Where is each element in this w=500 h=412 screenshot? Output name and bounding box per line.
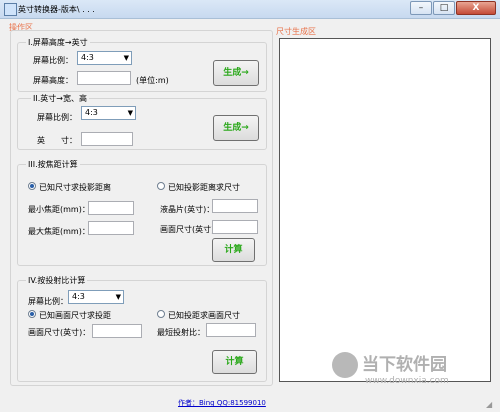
section2-title: II.英寸→宽、高 bbox=[31, 93, 89, 104]
section3-radio-known-size-label: 已知尺寸求投影距离 bbox=[39, 183, 111, 192]
section4-title: IV.按投射比计算 bbox=[26, 275, 88, 286]
section1-title: I.屏幕高度→英寸 bbox=[26, 37, 90, 48]
inch-input[interactable] bbox=[81, 132, 133, 146]
section4-calculate-button[interactable]: 计算 bbox=[212, 350, 257, 374]
section1-ratio-value: 4:3 bbox=[81, 53, 94, 62]
output-textarea[interactable] bbox=[279, 38, 491, 382]
app-icon bbox=[4, 3, 17, 16]
max-focal-input[interactable] bbox=[88, 221, 134, 235]
section3-title: III.按焦距计算 bbox=[26, 159, 80, 170]
section2-ratio-value: 4:3 bbox=[85, 108, 98, 117]
section4-radio-known-distance[interactable] bbox=[157, 310, 165, 318]
title-bar: 英寸转换器-版本\ . . . – □ X bbox=[0, 0, 500, 19]
lcd-label: 液晶片(英寸)： bbox=[160, 205, 215, 214]
resize-grip-icon[interactable]: ◢ bbox=[486, 400, 496, 410]
min-focal-input[interactable] bbox=[88, 201, 134, 215]
section2-inch-label: 英 寸： bbox=[37, 136, 77, 145]
section4-screen-size-input[interactable] bbox=[92, 324, 142, 338]
chevron-down-icon: ▼ bbox=[115, 293, 121, 301]
section1-unit-label: (单位:m) bbox=[136, 76, 169, 85]
section1-ratio-label: 屏幕比例： bbox=[33, 56, 73, 65]
close-button[interactable]: X bbox=[456, 1, 496, 15]
section3-screen-size-input[interactable] bbox=[212, 220, 258, 234]
maximize-button[interactable]: □ bbox=[433, 1, 455, 15]
downxia-logo-icon bbox=[332, 352, 358, 378]
section3-calculate-button[interactable]: 计算 bbox=[212, 238, 255, 262]
max-focal-label: 最大焦距(mm)： bbox=[28, 227, 90, 236]
section3-radio-known-distance-label: 已知投影距离求尺寸 bbox=[168, 183, 240, 192]
output-area-label: 尺寸生成区 bbox=[276, 27, 316, 36]
section1-generate-button[interactable]: 生成→ bbox=[213, 60, 259, 86]
throw-ratio-input[interactable] bbox=[206, 323, 256, 337]
section4-ratio-value: 4:3 bbox=[72, 292, 85, 301]
chevron-down-icon: ▼ bbox=[127, 109, 133, 117]
section1-height-label: 屏幕高度： bbox=[33, 76, 73, 85]
section2-ratio-label: 屏幕比例： bbox=[37, 113, 77, 122]
min-focal-label: 最小焦距(mm)： bbox=[28, 205, 90, 214]
section4-radio-known-distance-label: 已知投距求画面尺寸 bbox=[168, 311, 240, 320]
section4-screen-size-label: 画面尺寸(英寸)： bbox=[28, 328, 91, 337]
section3-radio-known-distance[interactable] bbox=[157, 182, 165, 190]
watermark-url: www.downxia.com bbox=[365, 376, 449, 386]
section4-ratio-label: 屏幕比例： bbox=[28, 297, 68, 306]
window-title: 英寸转换器-版本\ . . . bbox=[18, 5, 95, 14]
watermark-name: 当下软件园 bbox=[362, 355, 447, 375]
section1-ratio-select[interactable]: 4:3 ▼ bbox=[77, 51, 132, 65]
section2-generate-button[interactable]: 生成→ bbox=[213, 115, 259, 141]
section3-radio-known-size[interactable] bbox=[28, 182, 36, 190]
author-link[interactable]: 作者：Bing QQ:81599010 bbox=[178, 398, 266, 408]
screen-height-input[interactable] bbox=[77, 71, 131, 85]
throw-ratio-label: 最短投射比： bbox=[157, 328, 205, 337]
section2-ratio-select[interactable]: 4:3 ▼ bbox=[81, 106, 136, 120]
section4-radio-known-size[interactable] bbox=[28, 310, 36, 318]
lcd-input[interactable] bbox=[212, 199, 258, 213]
minimize-button[interactable]: – bbox=[410, 1, 432, 15]
chevron-down-icon: ▼ bbox=[123, 54, 129, 62]
section4-radio-known-size-label: 已知画面尺寸求投距 bbox=[39, 311, 111, 320]
section4-ratio-select[interactable]: 4:3 ▼ bbox=[68, 290, 124, 304]
